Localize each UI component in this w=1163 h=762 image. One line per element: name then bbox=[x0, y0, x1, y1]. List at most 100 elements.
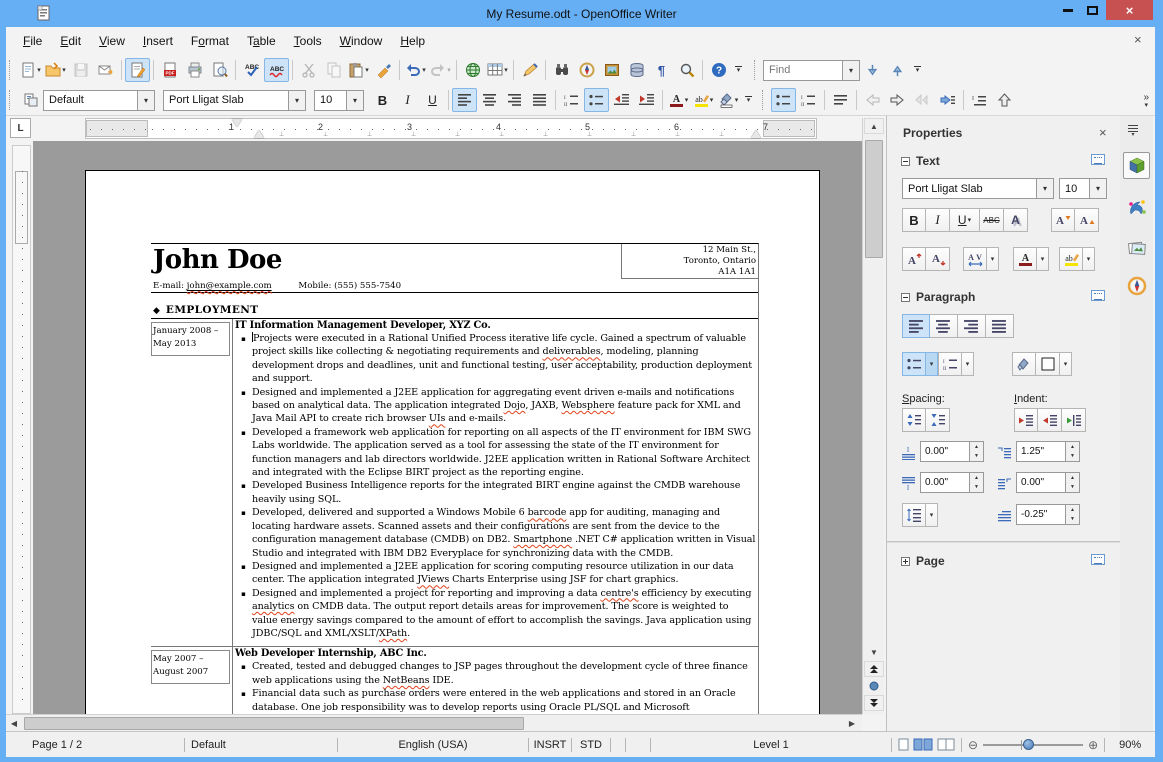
tab-properties[interactable] bbox=[1123, 152, 1150, 179]
toolbar-overflow-button[interactable]: ▾ bbox=[745, 96, 752, 104]
chevron-down-icon[interactable]: ▾ bbox=[288, 90, 305, 110]
numbered-list-button[interactable]: I II bbox=[938, 352, 962, 376]
sidebar-close-icon[interactable]: × bbox=[1099, 125, 1107, 140]
above-spacing-field[interactable]: 0.00" ▲ ▼ bbox=[920, 441, 984, 462]
scroll-down-button[interactable]: ▼ bbox=[864, 644, 884, 660]
align-left-button[interactable] bbox=[902, 314, 930, 338]
character-spacing-button[interactable]: AV bbox=[963, 247, 987, 271]
document-page[interactable]: John Doe 12 Main St., Toronto, Ontario A… bbox=[85, 170, 820, 714]
paragraph-dialog-launcher-icon[interactable] bbox=[1091, 290, 1105, 301]
list-toolbar-grip[interactable] bbox=[762, 90, 766, 110]
tab-styles[interactable] bbox=[1123, 194, 1150, 221]
chevron-down-icon[interactable]: ▾ bbox=[842, 60, 859, 80]
chevron-down-icon[interactable]: ▾ bbox=[962, 352, 974, 376]
italic-button[interactable]: I bbox=[395, 88, 420, 112]
gallery-button[interactable] bbox=[599, 58, 624, 82]
menu-file[interactable]: File bbox=[14, 30, 51, 52]
before-text-indent-field[interactable]: 1.25" ▲ ▼ bbox=[1016, 441, 1080, 462]
text-dialog-launcher-icon[interactable] bbox=[1091, 154, 1105, 165]
line-spacing-button[interactable] bbox=[902, 503, 926, 527]
selection-mode-field[interactable]: STD bbox=[572, 732, 610, 757]
strikethrough-button[interactable]: ABC bbox=[980, 208, 1004, 232]
spin-up-icon[interactable]: ▲ bbox=[970, 442, 983, 452]
right-indent-marker[interactable] bbox=[751, 130, 761, 138]
close-button[interactable]: × bbox=[1106, 0, 1153, 20]
demote-level-button[interactable] bbox=[885, 88, 910, 112]
sidebar-font-name-combo[interactable]: Port Lligat Slab ▾ bbox=[902, 178, 1054, 199]
redo-button[interactable]: ▾ bbox=[428, 58, 453, 82]
toolbar-grip[interactable] bbox=[9, 60, 13, 80]
collapse-icon[interactable] bbox=[901, 292, 910, 302]
background-color-button[interactable] bbox=[1012, 352, 1036, 376]
hyperlink-button[interactable] bbox=[460, 58, 485, 82]
scroll-up-button[interactable]: ▲ bbox=[864, 118, 884, 134]
demote-with-subpoints-button[interactable] bbox=[935, 88, 960, 112]
background-color-swatch[interactable] bbox=[1036, 352, 1060, 376]
collapse-icon[interactable] bbox=[901, 156, 910, 166]
font-color-button[interactable]: A ▾ bbox=[666, 88, 691, 112]
below-spacing-field[interactable]: 0.00" ▲ ▼ bbox=[920, 472, 984, 493]
vertical-scroll-thumb[interactable] bbox=[865, 140, 883, 258]
scroll-left-button[interactable]: ◀ bbox=[6, 716, 22, 731]
promote-with-subpoints-button[interactable] bbox=[910, 88, 935, 112]
chevron-down-icon[interactable]: ▾ bbox=[137, 90, 154, 110]
draw-functions-button[interactable] bbox=[517, 58, 542, 82]
increase-indent-button[interactable] bbox=[634, 88, 659, 112]
zoom-button[interactable] bbox=[674, 58, 699, 82]
font-size-combo[interactable]: 10 ▾ bbox=[314, 89, 364, 111]
book-view-icon[interactable] bbox=[937, 738, 955, 751]
vertical-scrollbar[interactable]: ▲ ▼ bbox=[862, 118, 884, 714]
open-button[interactable]: ▾ bbox=[43, 58, 68, 82]
title-bar[interactable]: My Resume.odt - OpenOffice Writer × bbox=[0, 0, 1163, 27]
navigation-button[interactable] bbox=[864, 678, 884, 694]
text-section-header[interactable]: Text bbox=[901, 154, 940, 168]
sidebar-menu-icon[interactable]: ▾ bbox=[1128, 124, 1138, 138]
paragraph-section-header[interactable]: Paragraph bbox=[901, 290, 975, 304]
copy-button[interactable] bbox=[321, 58, 346, 82]
spin-down-icon[interactable]: ▼ bbox=[1066, 514, 1079, 524]
find-next-button[interactable] bbox=[860, 58, 885, 82]
edit-file-button[interactable] bbox=[125, 58, 150, 82]
insert-mode-field[interactable]: INSRT bbox=[529, 732, 571, 757]
page-number-field[interactable]: Page 1 / 2 bbox=[6, 732, 184, 757]
toolbar-overflow-button[interactable]: ▾ bbox=[735, 66, 742, 74]
background-color-button[interactable]: ▾ bbox=[716, 88, 741, 112]
find-toolbar-overflow[interactable]: ▾ bbox=[914, 66, 921, 74]
menu-format[interactable]: Format bbox=[182, 30, 238, 52]
save-button[interactable] bbox=[68, 58, 93, 82]
highlight-color-button[interactable]: ab bbox=[1059, 247, 1083, 271]
tab-navigator[interactable] bbox=[1123, 272, 1150, 299]
first-line-indent-field[interactable]: -0.25" ▲ ▼ bbox=[1016, 504, 1080, 525]
page-preview-button[interactable] bbox=[207, 58, 232, 82]
cut-button[interactable] bbox=[296, 58, 321, 82]
export-pdf-button[interactable]: PDF bbox=[157, 58, 182, 82]
character-shadow-button[interactable]: A bbox=[1004, 208, 1028, 232]
switch-indent-button[interactable] bbox=[1062, 408, 1086, 432]
bold-button[interactable]: B bbox=[902, 208, 926, 232]
horizontal-ruler[interactable]: 1 2 3 4 5 6 7 ⊥ ⊥ ⊥ ⊥ ⊥ ⊥ ⊥ ⊥ ⊥ ⊥ ⊥ bbox=[85, 118, 817, 139]
spin-up-icon[interactable]: ▲ bbox=[1066, 505, 1079, 515]
chevron-down-icon[interactable]: ▾ bbox=[987, 247, 999, 271]
spin-down-icon[interactable]: ▼ bbox=[1066, 482, 1079, 492]
align-center-button[interactable] bbox=[930, 314, 958, 338]
help-button[interactable]: ? bbox=[706, 58, 731, 82]
zoom-slider[interactable] bbox=[983, 738, 1084, 750]
align-justify-button[interactable] bbox=[986, 314, 1014, 338]
menu-help[interactable]: Help bbox=[391, 30, 434, 52]
page-section-header[interactable]: Page bbox=[901, 554, 945, 568]
sidebar-font-size-combo[interactable]: 10 ▾ bbox=[1059, 178, 1107, 199]
zoom-percent-field[interactable]: 90% bbox=[1105, 732, 1151, 757]
after-text-indent-field[interactable]: 0.00" ▲ ▼ bbox=[1016, 472, 1080, 493]
move-up-button[interactable] bbox=[992, 88, 1017, 112]
spin-down-icon[interactable]: ▼ bbox=[1066, 451, 1079, 461]
find-replace-button[interactable] bbox=[549, 58, 574, 82]
find-previous-button[interactable] bbox=[885, 58, 910, 82]
chevron-down-icon[interactable]: ▾ bbox=[1083, 247, 1095, 271]
menu-window[interactable]: Window bbox=[331, 30, 392, 52]
no-list-button[interactable] bbox=[828, 88, 853, 112]
underline-button[interactable]: U ▾ bbox=[950, 208, 980, 232]
ruler-corner[interactable]: L bbox=[10, 118, 31, 138]
decrease-indent-button[interactable] bbox=[609, 88, 634, 112]
tab-gallery[interactable] bbox=[1123, 234, 1150, 261]
align-center-button[interactable] bbox=[477, 88, 502, 112]
